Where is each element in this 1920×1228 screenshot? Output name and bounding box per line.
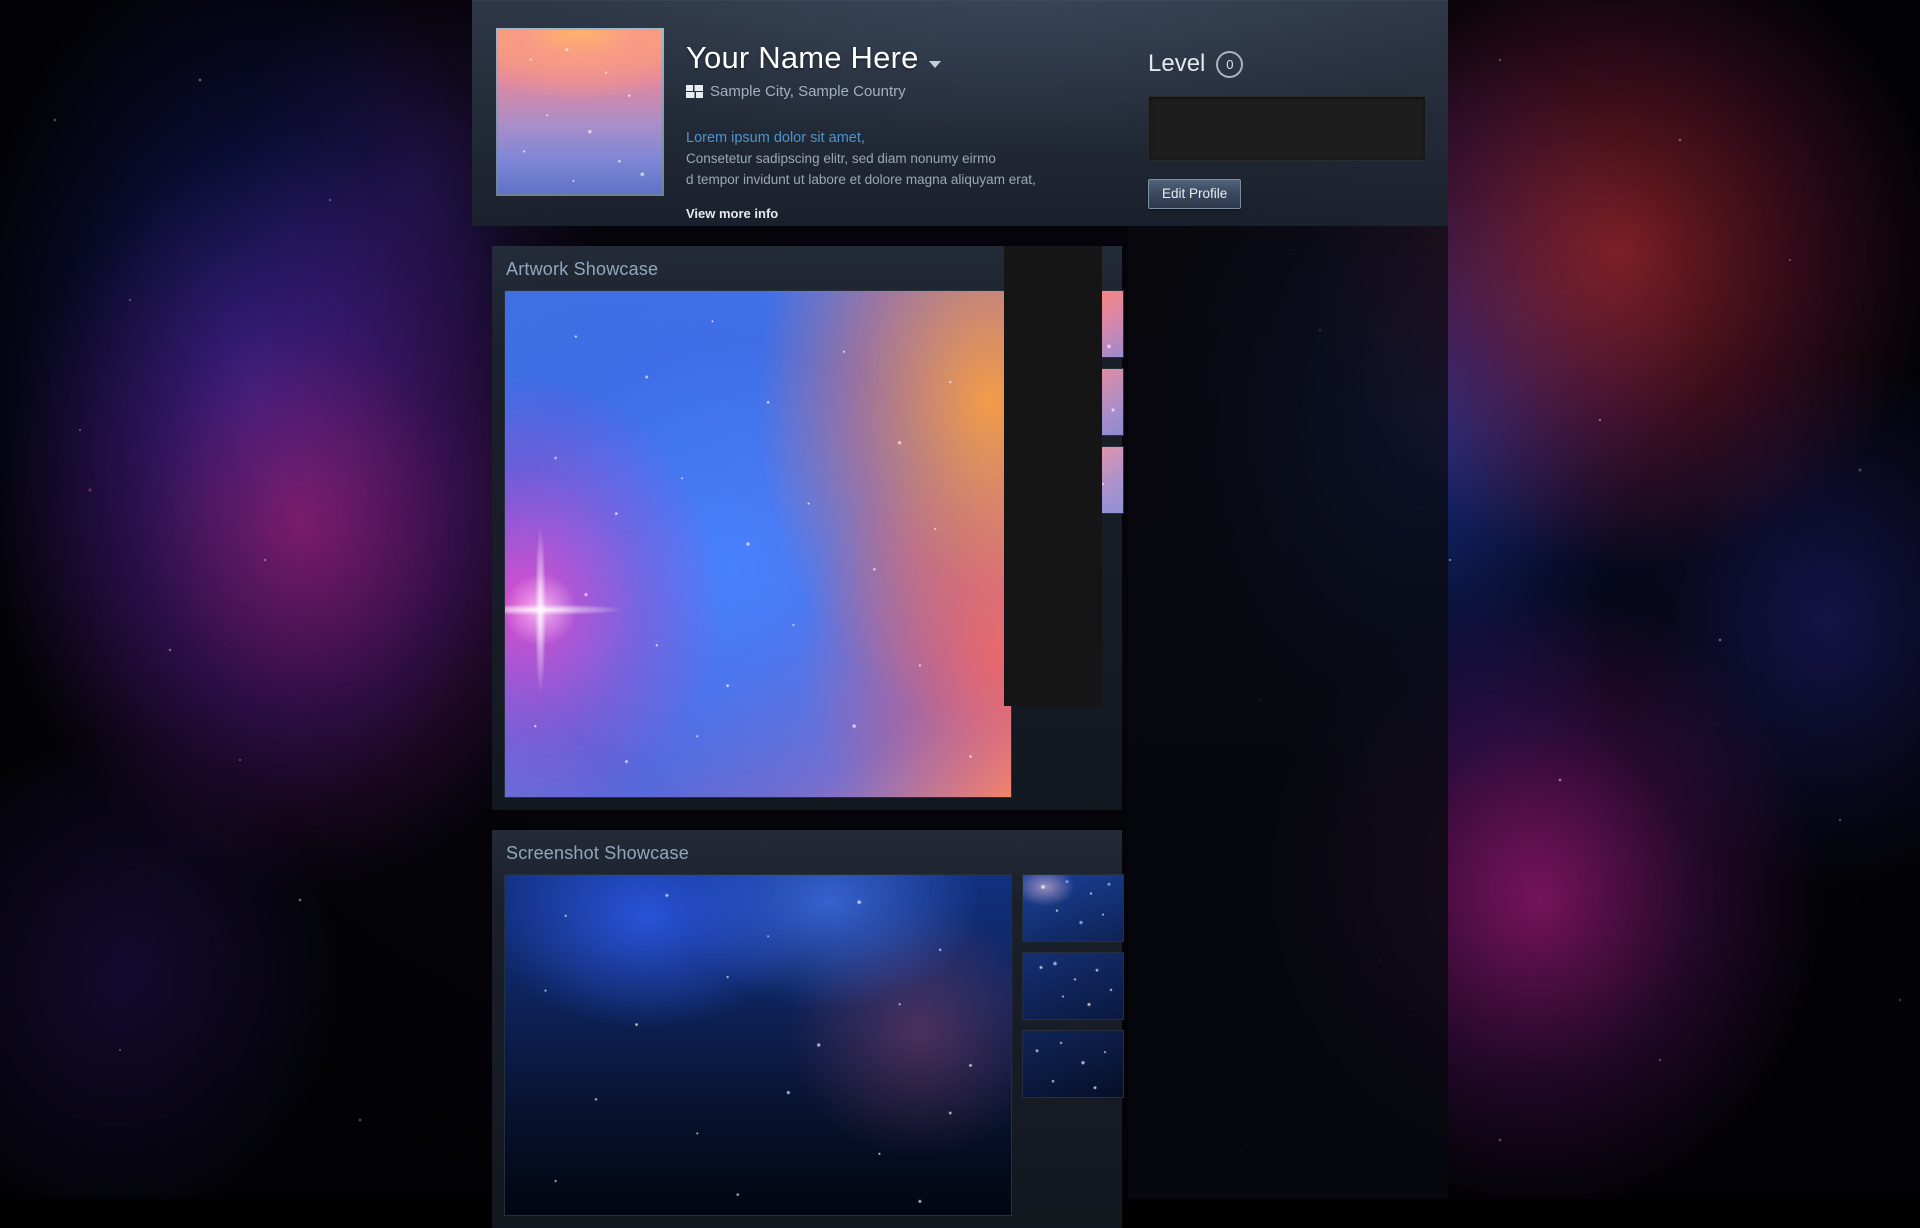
artwork-main-image[interactable] <box>504 290 1012 798</box>
profile-page: Your Name Here Sample City, Sample Count… <box>472 0 1448 1199</box>
showcase-column: Artwork Showcase Screenshot Showcase <box>472 246 1232 1228</box>
summary-line-3: d tempor invidunt ut labore et dolore ma… <box>686 170 1116 191</box>
level-label: Level <box>1148 50 1205 78</box>
xp-progress-panel <box>1148 96 1426 161</box>
profile-header-right: Level 0 Edit Profile <box>1148 28 1448 226</box>
summary-line-2: Consetetur sadipscing elitr, sed diam no… <box>686 149 1116 170</box>
artwork-showcase-filler <box>1004 246 1102 706</box>
location-text[interactable]: Sample City, Sample Country <box>710 83 906 100</box>
edit-profile-button[interactable]: Edit Profile <box>1148 179 1241 209</box>
profile-info: Your Name Here Sample City, Sample Count… <box>686 28 1148 226</box>
view-more-info-link[interactable]: View more info <box>686 206 778 221</box>
screenshot-thumb-3[interactable] <box>1022 1030 1124 1098</box>
screenshot-thumb-1[interactable] <box>1022 874 1124 942</box>
location-row: Sample City, Sample Country <box>686 83 1148 100</box>
level-row[interactable]: Level 0 <box>1148 50 1426 78</box>
country-flag-icon <box>686 85 703 98</box>
artwork-showcase: Artwork Showcase <box>492 246 1122 810</box>
avatar[interactable] <box>496 28 664 196</box>
screenshot-showcase: Screenshot Showcase <box>492 830 1122 1228</box>
screenshot-thumb-2[interactable] <box>1022 952 1124 1020</box>
profile-summary: Lorem ipsum dolor sit amet, Consetetur s… <box>686 127 1116 223</box>
level-badge: 0 <box>1216 51 1243 78</box>
screenshot-thumbnail-list <box>1022 874 1124 1216</box>
summary-headline: Lorem ipsum dolor sit amet, <box>686 127 1116 149</box>
profile-header: Your Name Here Sample City, Sample Count… <box>472 0 1448 226</box>
screenshot-main-image[interactable] <box>504 874 1012 1216</box>
persona-row: Your Name Here <box>686 40 1148 76</box>
screenshot-showcase-title: Screenshot Showcase <box>504 840 1110 874</box>
persona-name[interactable]: Your Name Here <box>686 40 919 76</box>
chevron-down-icon[interactable] <box>929 61 941 68</box>
avatar-image <box>498 30 662 194</box>
